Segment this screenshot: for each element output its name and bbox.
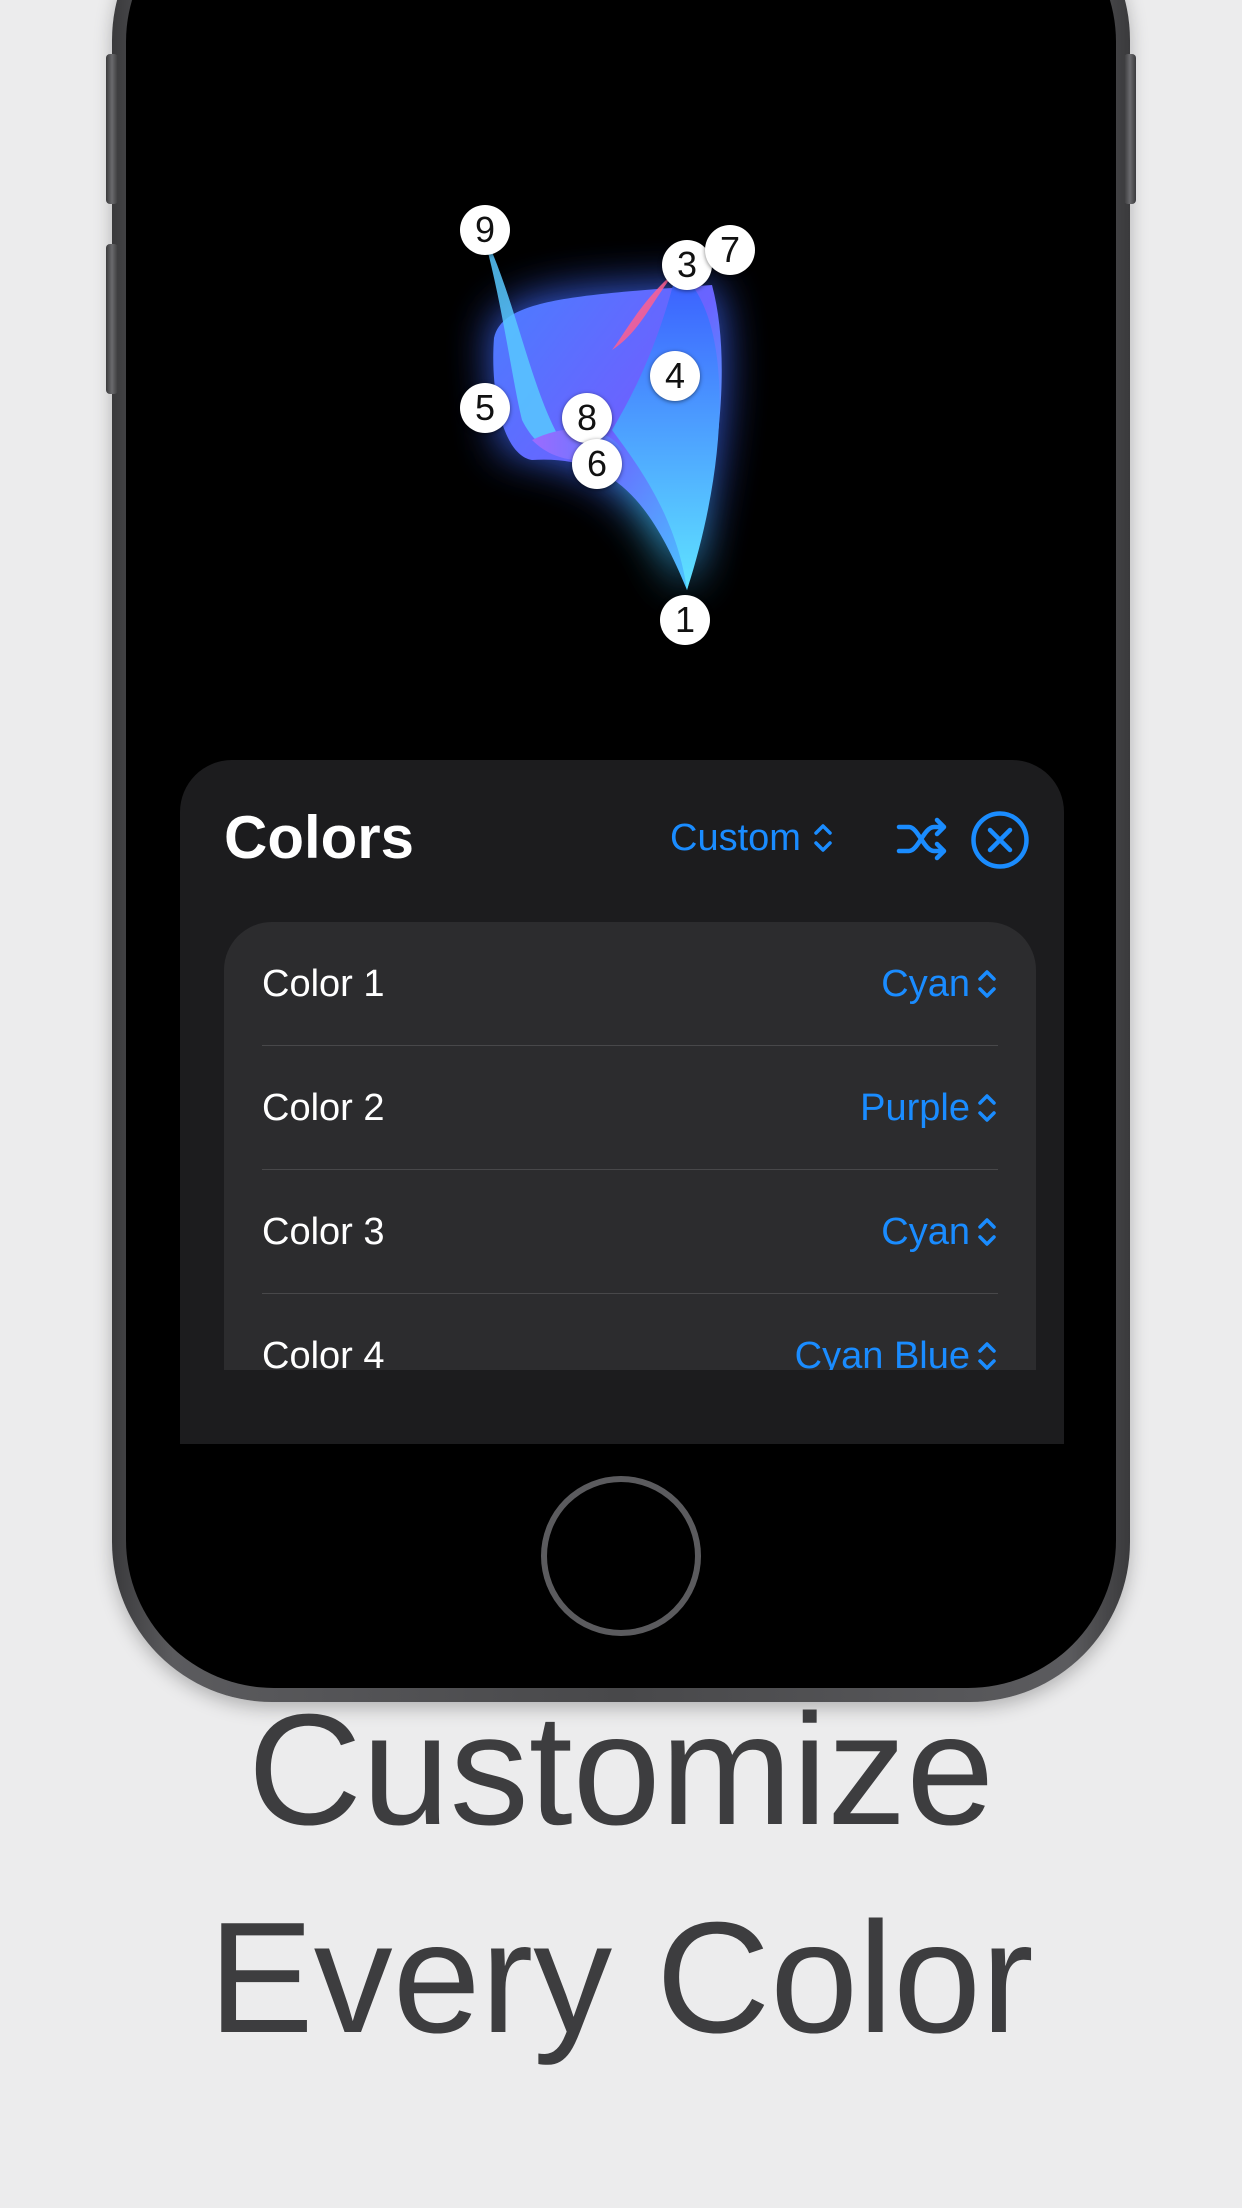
color-row-value: Cyan [881, 963, 970, 1005]
control-point[interactable]: 1 [660, 595, 710, 645]
volume-down-button [106, 244, 118, 394]
sheet-title: Colors [224, 804, 415, 871]
home-button[interactable] [541, 1476, 701, 1636]
color-row-1[interactable]: Color 1 Cyan [224, 922, 1036, 1046]
chevron-up-down-icon [978, 970, 996, 998]
chevron-up-down-icon [978, 1218, 996, 1246]
control-point[interactable]: 9 [460, 205, 510, 255]
control-point[interactable]: 6 [572, 439, 622, 489]
color-row-2[interactable]: Color 2 Purple [224, 1046, 1036, 1170]
color-row-label: Color 4 [262, 1335, 385, 1370]
color-row-value: Cyan Blue [794, 1335, 970, 1370]
chevron-up-down-icon [978, 1342, 996, 1370]
color-row-value: Cyan [881, 1211, 970, 1253]
phone-screen: 1 3 7 4 5 8 6 9 Colors Custom Color 1 Cy… [172, 0, 1072, 1444]
gradient-shape [482, 230, 722, 590]
power-button [1124, 54, 1136, 204]
color-row-label: Color 1 [262, 963, 385, 1005]
colors-sheet: Colors Custom Color 1 Cyan Color 2 Purpl… [180, 760, 1064, 1444]
color-row-4[interactable]: Color 4 Cyan Blue [224, 1294, 1036, 1370]
mesh-gradient-preview[interactable]: 1 3 7 4 5 8 6 9 [172, 0, 1072, 760]
control-point[interactable]: 5 [460, 383, 510, 433]
color-row-label: Color 3 [262, 1211, 385, 1253]
chevron-up-down-icon [978, 1094, 996, 1122]
chevron-up-down-icon [814, 824, 832, 852]
preset-picker[interactable]: Custom [670, 808, 835, 868]
color-row-3[interactable]: Color 3 Cyan [224, 1170, 1036, 1294]
control-point[interactable]: 8 [562, 393, 612, 443]
color-row-value: Purple [860, 1087, 970, 1129]
color-row-label: Color 2 [262, 1087, 385, 1129]
caption-line-1: Customize [247, 1682, 995, 1858]
control-point[interactable]: 7 [705, 225, 755, 275]
caption-line-2: Every Color [208, 1890, 1034, 2066]
preset-label: Custom [670, 817, 801, 859]
close-circle-icon[interactable] [970, 810, 1030, 870]
control-point[interactable]: 4 [650, 351, 700, 401]
volume-up-button [106, 54, 118, 204]
shuffle-icon[interactable] [896, 815, 948, 863]
color-list: Color 1 Cyan Color 2 Purple Color 3 Cyan… [224, 922, 1036, 1370]
